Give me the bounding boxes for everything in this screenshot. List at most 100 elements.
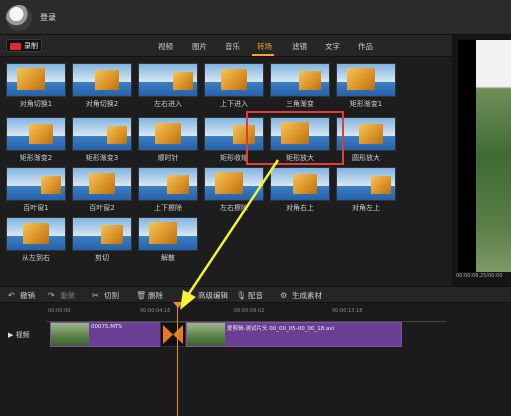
- transition-thumbnail[interactable]: [204, 167, 264, 201]
- preview-frame: [476, 40, 511, 272]
- transition-label: 解散: [161, 254, 175, 262]
- clip-thumbnail: [187, 323, 225, 346]
- video-clip-2[interactable]: 爱剪辑-测试片头 00_00_05-00_00_18.avi: [186, 322, 402, 347]
- active-tab-indicator: [252, 54, 274, 56]
- thumbnail-wheat: [221, 69, 247, 90]
- ruler-tick: 00:00:09.02: [234, 308, 265, 314]
- transition-thumbnail[interactable]: [6, 217, 66, 251]
- transition-label: 对角切换1: [19, 100, 53, 108]
- transition-marker[interactable]: [160, 322, 186, 347]
- tab-video[interactable]: 视频: [158, 41, 173, 52]
- microphone-icon: 🎙: [236, 291, 247, 300]
- transition-thumbnail[interactable]: [138, 167, 198, 201]
- avatar[interactable]: [6, 5, 32, 31]
- edit-icon: ✎: [186, 291, 193, 300]
- thumbnail-wheat: [41, 176, 61, 194]
- thumbnail-wheat: [155, 123, 181, 144]
- transition-label: 左右擦除: [220, 204, 248, 212]
- top-bar: 登录: [0, 0, 511, 35]
- tab-transition[interactable]: 转场: [257, 41, 272, 52]
- thumbnail-wheat: [101, 225, 123, 244]
- cut-button[interactable]: ✂ 切割: [92, 290, 119, 301]
- tab-image[interactable]: 图片: [192, 41, 207, 52]
- transition-thumbnail[interactable]: [6, 63, 66, 97]
- play-icon: ▶: [8, 331, 16, 339]
- video-clip-1[interactable]: 00075.MTS: [50, 322, 162, 347]
- redo-icon: ↷: [48, 291, 55, 300]
- transition-thumbnail[interactable]: [336, 167, 396, 201]
- transition-label: 从左到右: [22, 254, 50, 262]
- thumbnail-wheat: [371, 176, 391, 194]
- tab-music[interactable]: 音乐: [225, 41, 240, 52]
- scissors-icon: ✂: [92, 291, 99, 300]
- transition-thumbnail[interactable]: [72, 167, 132, 201]
- transition-thumbnail[interactable]: [72, 217, 132, 251]
- transition-thumbnail[interactable]: [270, 63, 330, 97]
- transition-label: 左右进入: [154, 100, 182, 108]
- generate-button[interactable]: ⚙ 生成素材: [280, 290, 322, 301]
- transition-label: 顺时针: [157, 154, 179, 162]
- preview-pane: 00:00:06.25/00:00: [452, 35, 511, 286]
- transition-label: 矩形渐变2: [19, 154, 53, 162]
- redo-label: 重做: [60, 291, 75, 300]
- transition-thumbnail[interactable]: [138, 117, 198, 151]
- record-button[interactable]: 录制: [6, 39, 42, 52]
- playhead-handle[interactable]: [173, 302, 183, 308]
- transition-label: 对角左上: [352, 204, 380, 212]
- generate-label: 生成素材: [292, 291, 322, 300]
- undo-label: 撤销: [20, 291, 35, 300]
- transition-icon: [163, 325, 183, 344]
- cut-label: 切割: [104, 291, 119, 300]
- transition-thumbnail[interactable]: [270, 167, 330, 201]
- thumbnail-wheat: [173, 72, 193, 90]
- transition-thumbnail[interactable]: [138, 217, 198, 251]
- record-label: 录制: [24, 42, 38, 50]
- transition-label: 三角渐变: [286, 100, 314, 108]
- redo-button[interactable]: ↷ 重做: [48, 290, 75, 301]
- tab-filter[interactable]: 滤镜: [292, 41, 307, 52]
- transition-label: 上下进入: [220, 100, 248, 108]
- transition-thumbnail[interactable]: [6, 167, 66, 201]
- transition-thumbnail[interactable]: [336, 117, 396, 151]
- transition-thumbnail[interactable]: [6, 117, 66, 151]
- tab-text[interactable]: 文字: [325, 41, 340, 52]
- ruler-tick: 00:00:00: [48, 308, 71, 314]
- transition-thumbnail[interactable]: [204, 63, 264, 97]
- app-window: 登录 录制 视频 图片 音乐 转场 滤镜 文字 作品 对角切换1 对角切换2 左右进…: [0, 0, 511, 416]
- thumbnail-wheat: [17, 68, 45, 90]
- transition-thumbnail[interactable]: [72, 117, 132, 151]
- thumbnail-wheat: [95, 70, 119, 90]
- transition-thumbnail[interactable]: [72, 63, 132, 97]
- thumbnail-wheat: [299, 71, 321, 90]
- timeline-ruler[interactable]: 00:00:00 00:00:04.16 00:00:09.02 00:00:1…: [46, 308, 446, 322]
- tab-works[interactable]: 作品: [358, 41, 373, 52]
- transition-thumbnail[interactable]: [336, 63, 396, 97]
- dub-button[interactable]: 🎙 配音: [236, 290, 263, 301]
- clip-thumbnail: [51, 323, 89, 346]
- clip-name: 00075.MTS: [91, 324, 122, 330]
- video-track-name: 视频: [15, 331, 30, 339]
- delete-label: 删除: [148, 291, 163, 300]
- login-link[interactable]: 登录: [40, 12, 56, 23]
- camera-icon: [10, 43, 21, 50]
- ruler-tick: 00:00:04.16: [140, 308, 171, 314]
- ruler-tick: 00:00:13.18: [332, 308, 363, 314]
- dub-label: 配音: [248, 291, 263, 300]
- thumbnail-wheat: [215, 172, 243, 194]
- advanced-edit-button[interactable]: ✎ 高级编辑: [186, 290, 228, 301]
- playhead[interactable]: [177, 303, 178, 416]
- thumbnail-wheat: [29, 124, 53, 144]
- thumbnail-wheat: [149, 222, 177, 244]
- delete-button[interactable]: 🗑 删除: [136, 290, 163, 301]
- timeline: 00:00:00 00:00:04.16 00:00:09.02 00:00:1…: [0, 302, 511, 416]
- gear-icon: ⚙: [280, 291, 288, 300]
- thumbnail-wheat: [107, 126, 127, 144]
- trash-icon: 🗑: [136, 291, 147, 300]
- thumbnail-wheat: [359, 124, 383, 144]
- thumbnail-wheat: [167, 175, 189, 194]
- undo-icon: ↶: [8, 291, 15, 300]
- transition-thumbnail[interactable]: [138, 63, 198, 97]
- undo-button[interactable]: ↶ 撤销: [8, 290, 35, 301]
- transition-label: 百叶窗2: [89, 204, 115, 212]
- media-tab-bar: 录制 视频 图片 音乐 转场 滤镜 文字 作品: [0, 35, 452, 57]
